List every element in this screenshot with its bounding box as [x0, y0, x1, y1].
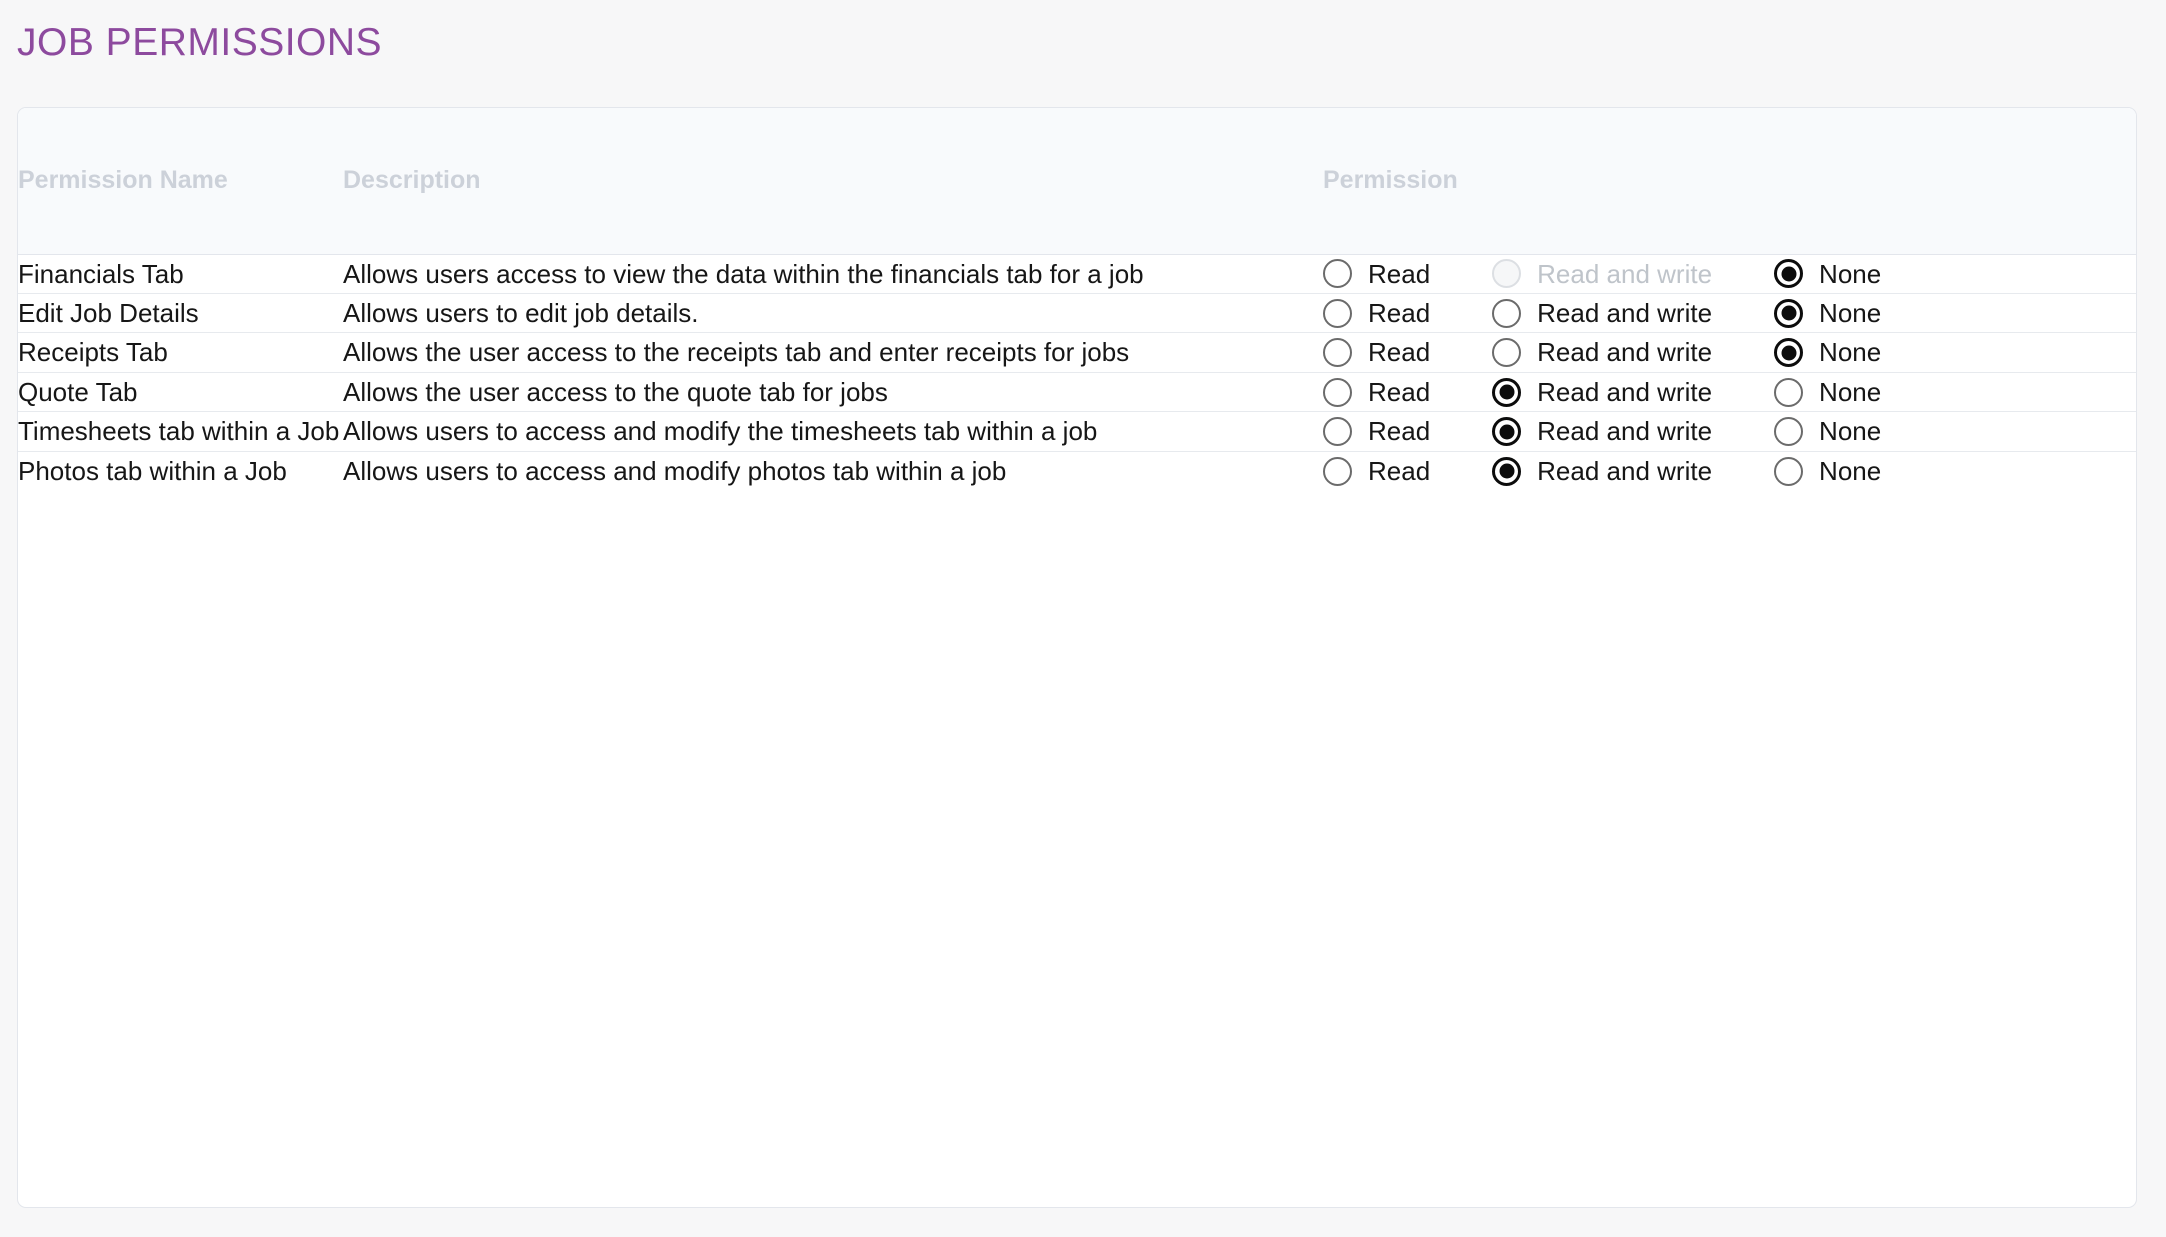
- column-header-permission: Permission: [1323, 108, 2136, 255]
- table-row: Edit Job Details Allows users to edit job…: [18, 293, 2136, 334]
- radio-unchecked-icon[interactable]: [1774, 456, 1804, 486]
- column-header-description-label: Description: [343, 166, 481, 195]
- radio-unchecked-icon[interactable]: [1323, 298, 1352, 328]
- table-row: Timesheets tab within a Job Allows users …: [18, 411, 2136, 452]
- table-row: Photos tab within a Job Allows users to a…: [18, 451, 2136, 490]
- permission-description-cell: Allows users to edit job details.: [343, 293, 1323, 334]
- radio-option-label: Read and write: [1537, 455, 1713, 486]
- permission-name-cell: Edit Job Details: [18, 293, 343, 334]
- radio-unchecked-icon[interactable]: [1323, 259, 1352, 289]
- radio-unchecked-icon[interactable]: [1774, 377, 1804, 407]
- permission-options-cell: Read Read and write None: [1323, 254, 2136, 294]
- radio-checked-icon[interactable]: [1774, 259, 1804, 289]
- permission-description-cell: Allows users to access and modify the ti…: [343, 411, 1323, 452]
- radio-option-label: Read: [1368, 337, 1431, 368]
- radio-unchecked-icon[interactable]: [1774, 417, 1804, 447]
- radio-option-label: Read: [1368, 455, 1431, 486]
- table-body: Financials Tab Allows users access to vie…: [18, 254, 2136, 490]
- radio-option-read-write: Read and write: [1492, 255, 1712, 293]
- radio-checked-icon[interactable]: [1774, 338, 1804, 368]
- permission-options-cell: Read Read and write None: [1323, 332, 2136, 373]
- radio-option-none[interactable]: None: [1774, 255, 1881, 293]
- radio-option-label: None: [1819, 337, 1882, 368]
- table-header-row: Permission Name Description Permission: [18, 108, 2136, 255]
- radio-unchecked-icon[interactable]: [1492, 338, 1522, 368]
- radio-unchecked-icon[interactable]: [1323, 338, 1352, 368]
- permission-radio-group: Read Read and write None: [1323, 373, 2136, 411]
- radio-option-label: Read and write: [1537, 297, 1713, 328]
- permission-name-cell: Photos tab within a Job: [18, 455, 287, 486]
- radio-option-label: Read and write: [1537, 258, 1713, 289]
- permissions-table: Permission Name Description Permission F…: [18, 108, 2136, 490]
- table-row: Receipts Tab Allows the user access to th…: [18, 332, 2136, 373]
- permission-name-cell: Financials Tab: [18, 254, 343, 294]
- radio-option-label: None: [1819, 455, 1882, 486]
- radio-option-none[interactable]: None: [1774, 412, 1881, 450]
- permission-description-cell: Allows the user access to the receipts t…: [343, 332, 1323, 373]
- radio-option-read[interactable]: Read: [1323, 333, 1430, 371]
- radio-option-label: Read and write: [1537, 376, 1713, 407]
- permission-name-cell: Receipts Tab: [18, 332, 343, 373]
- radio-option-read-write[interactable]: Read and write: [1492, 333, 1712, 371]
- radio-unchecked-icon[interactable]: [1323, 417, 1352, 447]
- radio-checked-icon[interactable]: [1492, 456, 1522, 486]
- table-row: Financials Tab Allows users access to vie…: [18, 254, 2136, 294]
- radio-option-label: Read: [1368, 258, 1431, 289]
- permissions-card: Permission Name Description Permission F…: [17, 107, 2137, 1208]
- table-header: Permission Name Description Permission: [18, 108, 2136, 255]
- radio-option-read[interactable]: Read: [1323, 373, 1430, 411]
- page-title: JOB PERMISSIONS: [17, 21, 383, 64]
- permission-name-cell: Timesheets tab within a Job: [18, 411, 343, 452]
- permission-description-cell: Allows the user access to the quote tab …: [343, 372, 1323, 413]
- radio-unchecked-icon[interactable]: [1323, 456, 1352, 486]
- radio-unchecked-icon[interactable]: [1323, 377, 1352, 407]
- radio-option-read-write[interactable]: Read and write: [1492, 294, 1712, 332]
- radio-option-read[interactable]: Read: [1323, 452, 1430, 490]
- table-row: Quote Tab Allows the user access to the q…: [18, 372, 2136, 413]
- radio-unchecked-icon: [1492, 259, 1522, 289]
- radio-option-read-write[interactable]: Read and write: [1492, 452, 1712, 490]
- radio-option-label: None: [1819, 416, 1882, 447]
- permission-radio-group: Read Read and write None: [1323, 333, 2136, 371]
- column-header-permission-name: Permission Name: [18, 108, 343, 255]
- permission-radio-group: Read Read and write None: [1323, 294, 2136, 332]
- permission-options-cell: Read Read and write None: [1323, 451, 2136, 490]
- radio-checked-icon[interactable]: [1492, 377, 1522, 407]
- permission-radio-group: Read Read and write None: [1323, 452, 2136, 490]
- radio-option-none[interactable]: None: [1774, 452, 1881, 490]
- permission-description-cell: Allows users access to view the data wit…: [343, 254, 1323, 294]
- radio-option-label: None: [1819, 297, 1882, 328]
- job-permissions-page: JOB PERMISSIONS Permission Name Descript…: [0, 0, 2166, 1237]
- radio-option-label: None: [1819, 376, 1882, 407]
- radio-unchecked-icon[interactable]: [1492, 298, 1522, 328]
- permission-options-cell: Read Read and write None: [1323, 372, 2136, 413]
- permission-radio-group: Read Read and write None: [1323, 412, 2136, 450]
- radio-option-read-write[interactable]: Read and write: [1492, 373, 1712, 411]
- radio-option-read[interactable]: Read: [1323, 255, 1430, 293]
- radio-checked-icon[interactable]: [1492, 417, 1522, 447]
- radio-option-label: Read and write: [1537, 337, 1713, 368]
- permission-name-cell: Quote Tab: [18, 372, 343, 413]
- column-header-description: Description: [343, 108, 1323, 255]
- permission-description-cell: Allows users to access and modify photos…: [343, 455, 1007, 486]
- radio-checked-icon[interactable]: [1774, 298, 1804, 328]
- radio-option-read-write[interactable]: Read and write: [1492, 412, 1712, 450]
- radio-option-read[interactable]: Read: [1323, 294, 1430, 332]
- radio-option-read[interactable]: Read: [1323, 412, 1430, 450]
- radio-option-label: Read: [1368, 297, 1431, 328]
- radio-option-none[interactable]: None: [1774, 333, 1881, 371]
- radio-option-none[interactable]: None: [1774, 373, 1881, 411]
- permission-radio-group: Read Read and write None: [1323, 255, 2136, 293]
- column-header-permission-label: Permission: [1323, 166, 1458, 195]
- radio-option-label: None: [1819, 258, 1882, 289]
- permission-options-cell: Read Read and write None: [1323, 293, 2136, 334]
- radio-option-none[interactable]: None: [1774, 294, 1881, 332]
- radio-option-label: Read: [1368, 376, 1431, 407]
- permission-options-cell: Read Read and write None: [1323, 411, 2136, 452]
- column-header-permission-name-label: Permission Name: [18, 166, 228, 195]
- radio-option-label: Read and write: [1537, 416, 1713, 447]
- radio-option-label: Read: [1368, 416, 1431, 447]
